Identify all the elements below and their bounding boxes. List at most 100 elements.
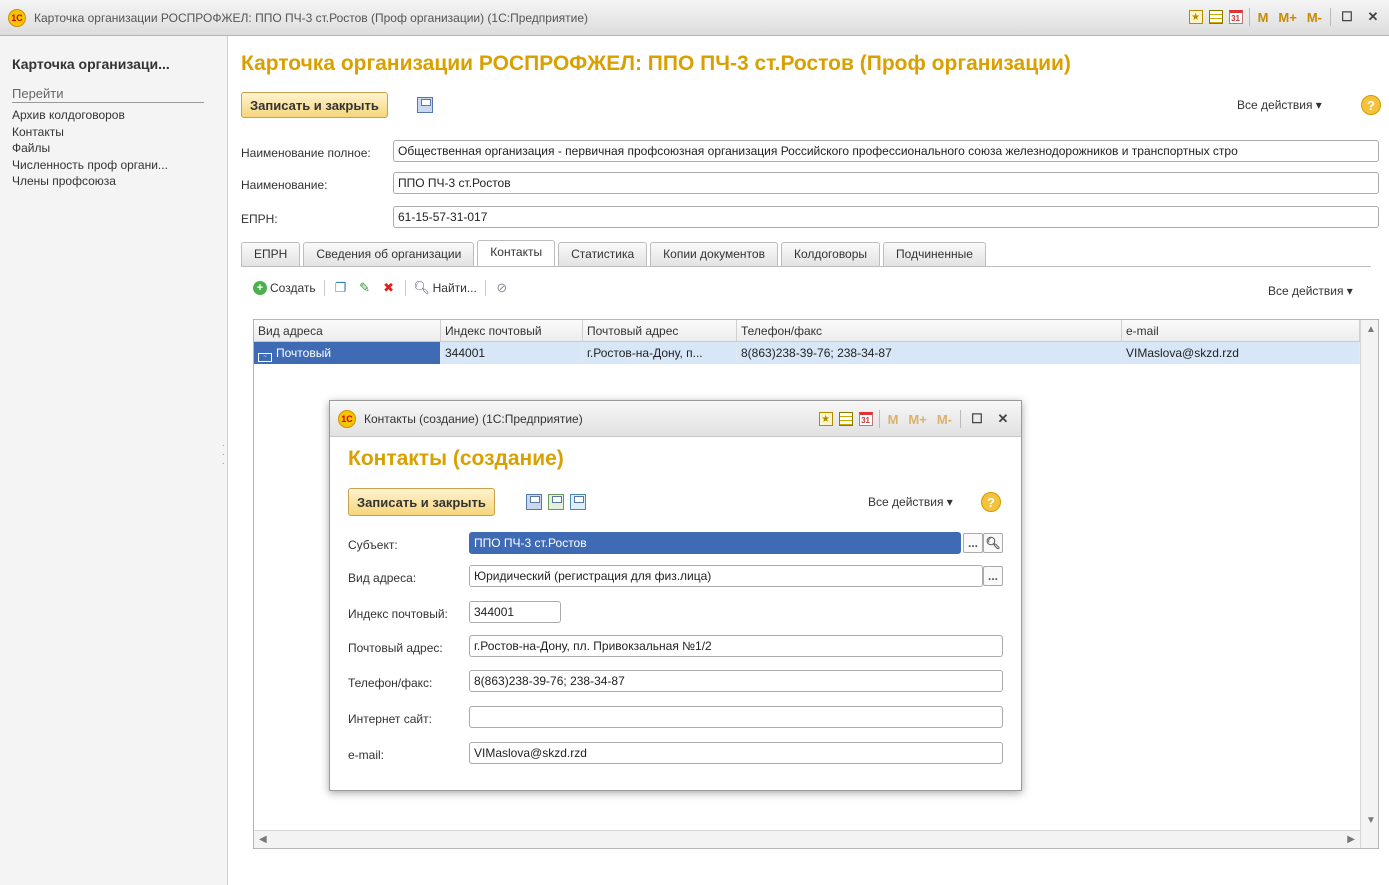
- copy-icon[interactable]: ❐: [333, 280, 349, 296]
- tab-statistics[interactable]: Статистика: [558, 242, 648, 266]
- calculator-icon[interactable]: [838, 412, 853, 426]
- postal-index-field[interactable]: 344001: [469, 601, 561, 623]
- eprn-label: ЕПРН:: [241, 212, 278, 226]
- table-row[interactable]: ~ Почтовый 344001 г.Ростов-на-Дону, п... …: [254, 342, 1378, 364]
- nav-item-members[interactable]: Члены профсоюза: [12, 173, 227, 190]
- column-header[interactable]: Индекс почтовый: [441, 320, 583, 341]
- refresh-icon[interactable]: [570, 494, 586, 510]
- scroll-left-icon[interactable]: ◀: [259, 834, 267, 845]
- dialog-title: Контакты (создание): [348, 447, 564, 470]
- calendar-icon[interactable]: 31: [858, 412, 873, 426]
- tab-contacts[interactable]: Контакты: [477, 240, 556, 266]
- tab-document-copies[interactable]: Копии документов: [650, 242, 778, 266]
- memory-m-button[interactable]: M: [1256, 7, 1271, 27]
- favorites-icon[interactable]: ★: [1188, 10, 1203, 24]
- help-icon[interactable]: ?: [1361, 95, 1381, 115]
- separator: [1330, 8, 1331, 26]
- find-label: Найти...: [432, 281, 477, 295]
- subject-select-button[interactable]: ...: [963, 533, 983, 553]
- maximize-icon[interactable]: ☐: [1337, 7, 1357, 27]
- create-label: Создать: [270, 281, 316, 295]
- phone-field[interactable]: 8(863)238-39-76; 238-34-87: [469, 670, 1003, 692]
- dialog-help-icon[interactable]: ?: [981, 492, 1001, 512]
- name-field[interactable]: ППО ПЧ-3 ст.Ростов: [393, 172, 1379, 194]
- form-title: Карточка организации РОСПРОФЖЕЛ: ППО ПЧ-…: [241, 52, 1071, 75]
- nav-item-files[interactable]: Файлы: [12, 140, 227, 157]
- address-type-label: Вид адреса:: [348, 571, 417, 585]
- delete-icon[interactable]: ✖: [381, 280, 397, 296]
- separator: [484, 280, 486, 296]
- column-header[interactable]: e-mail: [1122, 320, 1360, 341]
- subject-field[interactable]: ППО ПЧ-3 ст.Ростов: [469, 532, 961, 554]
- contacts-create-dialog: 1С Контакты (создание) (1С:Предприятие) …: [329, 400, 1022, 791]
- column-header[interactable]: Телефон/факс: [737, 320, 1122, 341]
- horizontal-scrollbar[interactable]: ◀ ▶: [254, 830, 1360, 848]
- panel-resize-grip-icon[interactable]: · · ·: [222, 441, 225, 469]
- subject-open-icon[interactable]: 🔍︎: [983, 533, 1003, 553]
- favorites-icon[interactable]: ★: [818, 412, 833, 426]
- edit-icon[interactable]: ✎: [357, 280, 373, 296]
- column-header[interactable]: Вид адреса: [254, 320, 441, 341]
- table-cell[interactable]: ~ Почтовый: [254, 342, 441, 364]
- address-type-field[interactable]: Юридический (регистрация для физ.лица): [469, 565, 983, 587]
- dialog-titlebar: 1С Контакты (создание) (1С:Предприятие) …: [330, 401, 1021, 437]
- vertical-scrollbar[interactable]: ▲ ▼: [1360, 320, 1378, 848]
- separator: [960, 410, 961, 428]
- postal-index-label: Индекс почтовый:: [348, 607, 448, 621]
- memory-plus-button[interactable]: M+: [1276, 7, 1298, 27]
- nav-panel-title[interactable]: Карточка организаци...: [12, 56, 227, 72]
- scroll-right-icon[interactable]: ▶: [1347, 834, 1355, 845]
- titlebar-tools: ★ 31 M M+ M- ☐ ✕: [1188, 7, 1383, 27]
- 1c-logo-icon: 1С: [338, 409, 356, 428]
- close-icon[interactable]: ✕: [993, 409, 1013, 429]
- address-type-select-button[interactable]: ...: [983, 566, 1003, 586]
- column-header[interactable]: Почтовый адрес: [583, 320, 737, 341]
- search-icon: 🔍︎: [413, 280, 430, 295]
- tab-agreements[interactable]: Колдоговоры: [780, 242, 881, 266]
- memory-plus-button[interactable]: M+: [906, 409, 928, 429]
- separator: [878, 410, 880, 428]
- table-cell[interactable]: г.Ростов-на-Дону, п...: [583, 342, 737, 364]
- table-cell[interactable]: 8(863)238-39-76; 238-34-87: [737, 342, 1122, 364]
- copy-icon[interactable]: [548, 494, 564, 510]
- email-label: e-mail:: [348, 748, 385, 762]
- maximize-icon[interactable]: ☐: [967, 409, 987, 429]
- full-name-label: Наименование полное:: [241, 146, 371, 160]
- navigation-panel: Карточка организаци... Перейти Архив кол…: [0, 36, 228, 885]
- website-field[interactable]: [469, 706, 1003, 728]
- 1c-logo-icon: 1С: [8, 8, 26, 27]
- nav-item-archive[interactable]: Архив колдоговоров: [12, 107, 227, 124]
- memory-m-button[interactable]: M: [886, 409, 901, 429]
- full-name-field[interactable]: Общественная организация - первичная про…: [393, 140, 1379, 162]
- scroll-down-icon[interactable]: ▼: [1366, 815, 1376, 826]
- plus-icon: +: [253, 281, 267, 295]
- create-button[interactable]: + Создать: [253, 281, 316, 295]
- dialog-save-and-close-button[interactable]: Записать и закрыть: [348, 488, 495, 516]
- table-cell[interactable]: 344001: [441, 342, 583, 364]
- dialog-all-actions-menu[interactable]: Все действия ▾: [868, 495, 953, 509]
- calculator-icon[interactable]: [1208, 10, 1223, 24]
- find-button[interactable]: 🔍︎ Найти...: [413, 280, 477, 296]
- table-cell[interactable]: VIMaslova@skzd.rzd: [1122, 342, 1360, 364]
- memory-minus-button[interactable]: M-: [1305, 7, 1324, 27]
- contacts-all-actions-menu[interactable]: Все действия ▾: [1268, 284, 1353, 298]
- tab-org-info[interactable]: Сведения об организации: [303, 242, 475, 266]
- cancel-search-icon[interactable]: ⊘: [494, 280, 510, 296]
- name-label: Наименование:: [241, 178, 328, 192]
- tab-subordinates[interactable]: Подчиненные: [883, 242, 986, 266]
- close-icon[interactable]: ✕: [1363, 7, 1383, 27]
- separator: [404, 280, 406, 296]
- eprn-field[interactable]: 61-15-57-31-017: [393, 206, 1379, 228]
- save-icon[interactable]: [417, 97, 433, 113]
- tab-eprn[interactable]: ЕПРН: [241, 242, 301, 266]
- all-actions-menu[interactable]: Все действия ▾: [1237, 98, 1322, 112]
- nav-item-contacts[interactable]: Контакты: [12, 124, 227, 141]
- save-and-close-button[interactable]: Записать и закрыть: [241, 92, 388, 118]
- email-field[interactable]: VIMaslova@skzd.rzd: [469, 742, 1003, 764]
- memory-minus-button[interactable]: M-: [935, 409, 954, 429]
- postal-address-field[interactable]: г.Ростов-на-Дону, пл. Привокзальная №1/2: [469, 635, 1003, 657]
- save-icon[interactable]: [526, 494, 542, 510]
- scroll-up-icon[interactable]: ▲: [1366, 324, 1376, 335]
- nav-item-headcount[interactable]: Численность проф органи...: [12, 157, 227, 174]
- calendar-icon[interactable]: 31: [1228, 10, 1243, 24]
